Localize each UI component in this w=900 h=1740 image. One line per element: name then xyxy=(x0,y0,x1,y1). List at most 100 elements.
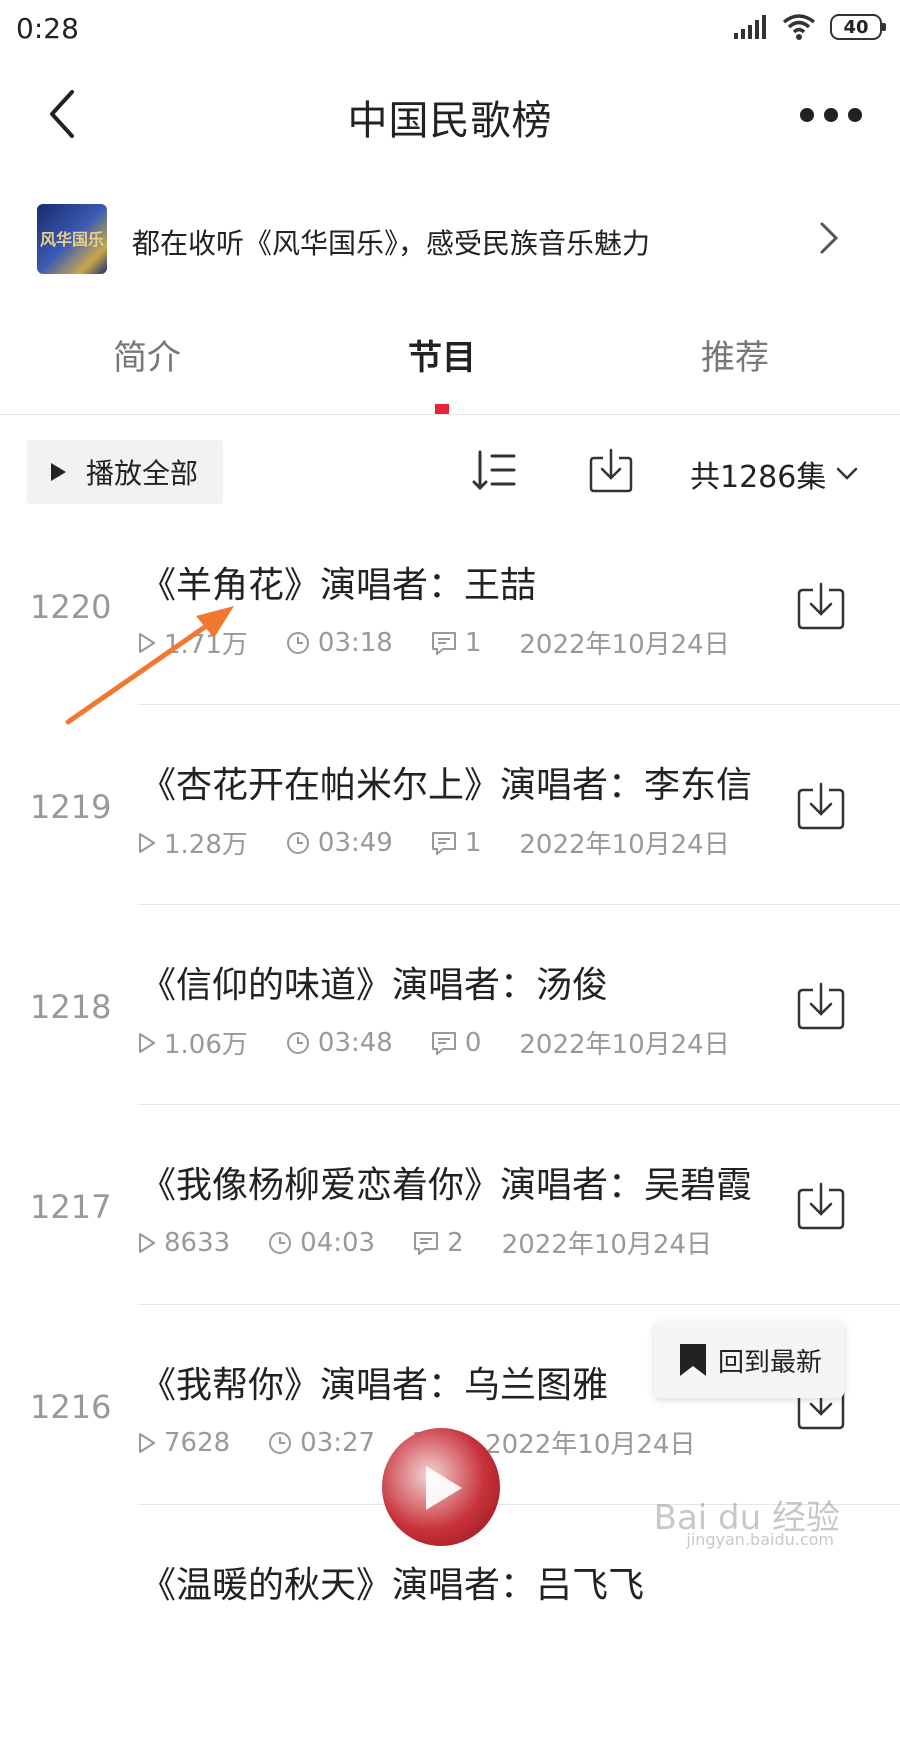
episode-date: 2022年10月24日 xyxy=(519,830,730,860)
duration-value: 03:18 xyxy=(317,627,393,658)
play-count: 7628 xyxy=(138,1428,230,1458)
play-icon xyxy=(51,463,66,481)
more-button[interactable] xyxy=(800,100,862,130)
clock-icon xyxy=(269,1231,292,1254)
row-divider xyxy=(138,904,900,905)
duration: 03:18 xyxy=(286,628,393,658)
episode-title: 《我像杨柳爱恋着你》演唱者：吴碧霞 xyxy=(140,1165,753,1206)
sort-icon xyxy=(472,450,516,491)
episode-date: 2022年10月24日 xyxy=(485,1430,696,1460)
comment-icon xyxy=(431,831,456,855)
episode-row[interactable]: 1219 《杏花开在帕米尔上》演唱者：李东信 1.28万 03:49 1 2022… xyxy=(0,740,900,940)
clock-icon xyxy=(286,1031,309,1054)
promo-banner[interactable]: 风华国乐 都在收听《风华国乐》，感受民族音乐魅力 xyxy=(0,196,900,286)
status-time: 0:28 xyxy=(16,12,79,45)
chevron-down-icon xyxy=(837,467,858,480)
signal-icon xyxy=(734,15,766,39)
episode-meta: 8633 04:03 2 2022年10月24日 xyxy=(138,1224,712,1261)
play-count-value: 1.06万 xyxy=(164,1030,248,1060)
row-divider xyxy=(138,1304,900,1305)
back-to-latest-label: 回到最新 xyxy=(718,1347,823,1378)
row-divider xyxy=(138,704,900,705)
tab-divider xyxy=(0,414,900,415)
episode-row[interactable]: 1218 《信仰的味道》演唱者：汤俊 1.06万 03:48 0 2022年10月… xyxy=(0,940,900,1140)
play-count-icon xyxy=(139,832,155,853)
duration: 03:48 xyxy=(286,1028,393,1058)
duration: 03:27 xyxy=(268,1428,375,1458)
play-count: 1.71万 xyxy=(138,624,248,661)
episode-row[interactable]: 1217 《我像杨柳爱恋着你》演唱者：吴碧霞 8633 04:03 2 2022年… xyxy=(0,1140,900,1340)
comment-count-value: 1 xyxy=(464,627,482,658)
more-icon xyxy=(800,108,814,122)
play-count-value: 7628 xyxy=(164,1427,231,1458)
download-icon xyxy=(589,448,633,493)
play-count-value: 8633 xyxy=(164,1227,231,1258)
episode-download-button[interactable] xyxy=(797,582,845,630)
play-count-icon xyxy=(139,632,155,653)
play-count-value: 1.28万 xyxy=(164,830,248,860)
play-all-button[interactable]: 播放全部 xyxy=(27,440,223,504)
play-count: 1.28万 xyxy=(138,824,248,861)
wifi-icon xyxy=(782,14,816,40)
comment-icon xyxy=(414,1231,439,1255)
comment-count-value: 0 xyxy=(464,1027,482,1058)
comment-count: 1 xyxy=(431,827,482,858)
page-title: 中国民歌榜 xyxy=(347,98,553,144)
duration: 03:49 xyxy=(286,828,393,858)
episode-download-button[interactable] xyxy=(797,982,845,1030)
episode-download-button[interactable] xyxy=(797,782,845,830)
battery-indicator: 40 xyxy=(830,14,886,40)
comment-count: 1 xyxy=(431,627,482,658)
sort-button[interactable] xyxy=(470,448,518,494)
download-all-button[interactable] xyxy=(588,446,634,494)
episode-number: 1218 xyxy=(30,988,112,1026)
play-count-icon xyxy=(139,1432,155,1453)
tab-recommend[interactable]: 推荐 xyxy=(635,330,835,379)
duration: 04:03 xyxy=(268,1228,375,1258)
episode-row[interactable]: 1220 《羊角花》演唱者：王喆 1.71万 03:18 1 2022年10月24… xyxy=(0,540,900,740)
episode-number: 1220 xyxy=(30,588,112,626)
episode-count-dropdown[interactable]: 共1286集 xyxy=(690,452,858,496)
episode-date: 2022年10月24日 xyxy=(519,1030,730,1060)
tab-programs[interactable]: 节目 xyxy=(342,330,542,379)
play-count-icon xyxy=(139,1232,155,1253)
chevron-right-icon xyxy=(820,222,839,254)
banner-thumbnail: 风华国乐 xyxy=(37,204,107,274)
episode-row[interactable]: 《温暖的秋天》演唱者：吕飞飞 xyxy=(0,1540,900,1740)
clock-icon xyxy=(286,831,309,854)
episode-title: 《信仰的味道》演唱者：汤俊 xyxy=(140,965,609,1006)
episode-date: 2022年10月24日 xyxy=(519,630,730,660)
tab-intro[interactable]: 简介 xyxy=(47,330,247,379)
back-to-latest-button[interactable]: 回到最新 xyxy=(654,1322,844,1398)
episode-title: 《杏花开在帕米尔上》演唱者：李东信 xyxy=(140,765,753,806)
duration-value: 03:49 xyxy=(317,827,393,858)
duration-value: 03:27 xyxy=(300,1427,376,1458)
banner-text: 都在收听《风华国乐》，感受民族音乐魅力 xyxy=(132,227,651,260)
mini-player[interactable] xyxy=(382,1428,500,1546)
episode-title: 《温暖的秋天》演唱者：吕飞飞 xyxy=(140,1565,645,1606)
episode-download-button[interactable] xyxy=(797,1182,845,1230)
play-count: 8633 xyxy=(138,1228,230,1258)
comment-count: 2 xyxy=(413,1228,464,1258)
comment-count-value: 2 xyxy=(447,1227,464,1258)
download-icon xyxy=(797,1182,845,1230)
tab-active-indicator xyxy=(435,404,449,414)
play-count-value: 1.71万 xyxy=(164,630,248,660)
episode-count-label: 共1286集 xyxy=(690,460,827,495)
watermark-url: jingyan.baidu.com xyxy=(686,1530,834,1549)
clock-icon xyxy=(286,631,309,654)
episode-number: 1216 xyxy=(30,1388,112,1426)
comment-count: 0 xyxy=(431,1027,482,1058)
episode-meta: 1.06万 03:48 0 2022年10月24日 xyxy=(138,1024,730,1061)
download-icon xyxy=(797,582,845,630)
download-icon xyxy=(797,982,845,1030)
bookmark-icon xyxy=(680,1344,706,1376)
download-icon xyxy=(797,782,845,830)
episode-date: 2022年10月24日 xyxy=(501,1230,712,1260)
status-icons: 40 xyxy=(734,14,886,40)
play-count-icon xyxy=(139,1032,155,1053)
episode-title: 《羊角花》演唱者：王喆 xyxy=(140,565,537,606)
episode-meta: 1.28万 03:49 1 2022年10月24日 xyxy=(138,824,730,861)
row-divider xyxy=(138,1104,900,1105)
comment-count-value: 1 xyxy=(464,827,482,858)
